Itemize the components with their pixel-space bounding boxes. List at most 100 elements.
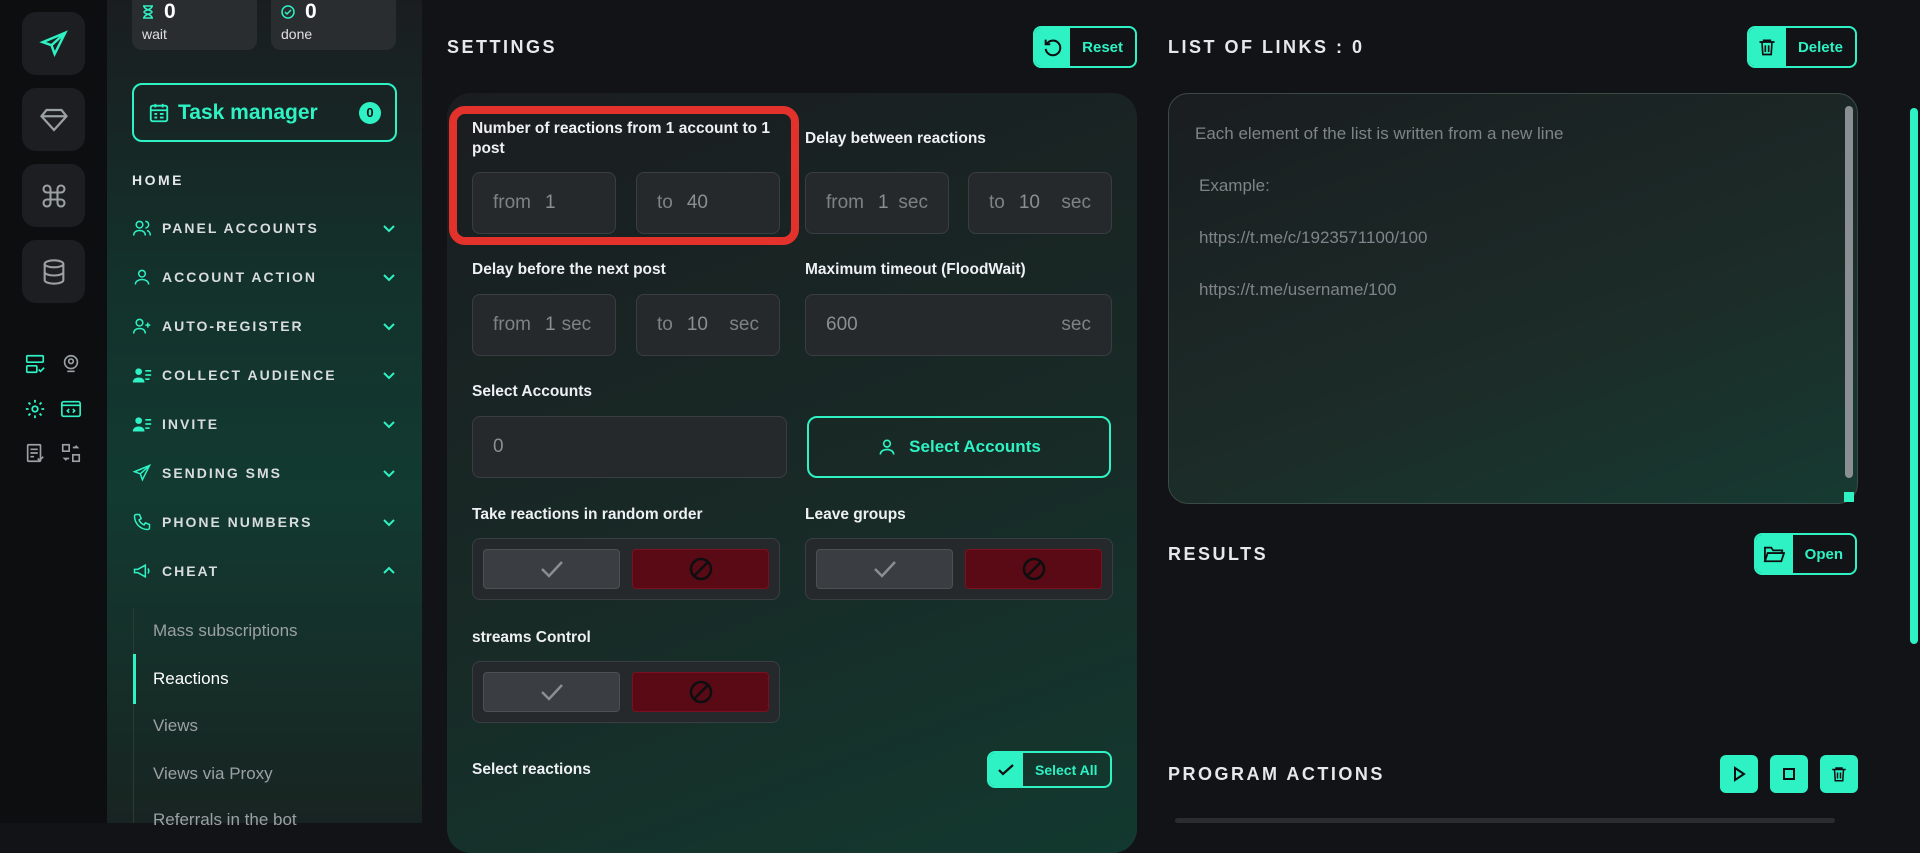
select-accounts-button[interactable]: Select Accounts: [807, 416, 1111, 478]
user-pin-icon[interactable]: [58, 351, 84, 377]
chevron-up-icon: [383, 566, 395, 574]
nav-label: CHEAT: [162, 563, 220, 579]
task-manager-label: Task manager: [178, 100, 318, 124]
sub-item-reactions[interactable]: Reactions: [153, 669, 229, 689]
play-button[interactable]: [1720, 755, 1758, 793]
links-placeholder-line: Example:: [1199, 176, 1270, 195]
nav-panel-accounts[interactable]: PANEL ACCOUNTS: [132, 213, 397, 243]
streams-control-label: streams Control: [472, 629, 591, 646]
delay-next-from-input[interactable]: from 1 sec: [472, 294, 616, 356]
links-scrollbar[interactable]: [1845, 106, 1853, 478]
open-button[interactable]: Open: [1754, 533, 1857, 575]
select-all-button[interactable]: Select All: [987, 751, 1112, 788]
sub-item-mass-subscriptions[interactable]: Mass subscriptions: [153, 621, 298, 641]
stop-icon: [1783, 768, 1795, 780]
clear-button[interactable]: [1820, 755, 1858, 793]
check-icon: [540, 684, 563, 701]
megaphone-icon: [133, 563, 150, 579]
nav-label: AUTO-REGISTER: [162, 318, 304, 334]
accounts-count-input[interactable]: 0: [472, 416, 787, 478]
task-list-icon[interactable]: [22, 440, 48, 466]
rail-send-button[interactable]: [22, 12, 85, 75]
code-window-icon[interactable]: [58, 396, 84, 422]
user-icon: [879, 439, 895, 455]
check-icon: [540, 561, 563, 578]
rail-database-button[interactable]: [22, 240, 85, 303]
chevron-down-icon: [383, 421, 395, 429]
nav-invite[interactable]: INVITE: [132, 409, 397, 439]
nav-auto-register[interactable]: AUTO-REGISTER: [132, 311, 397, 341]
delete-button[interactable]: Delete: [1747, 26, 1857, 68]
delay-next-post-label: Delay before the next post: [472, 261, 666, 278]
gear-icon[interactable]: [22, 396, 48, 422]
delay-between-label: Delay between reactions: [805, 130, 986, 147]
reset-button[interactable]: Reset: [1033, 26, 1137, 68]
task-manager-button[interactable]: Task manager 0: [132, 83, 397, 142]
nav-phone-numbers[interactable]: PHONE NUMBERS: [132, 507, 397, 537]
nav-collect-audience[interactable]: COLLECT AUDIENCE: [132, 360, 397, 390]
server-check-icon[interactable]: [22, 351, 48, 377]
log-area-edge: [1175, 818, 1835, 823]
random-order-label: Take reactions in random order: [472, 506, 703, 523]
icon-rail: [0, 0, 107, 823]
ban-icon: [689, 680, 712, 704]
user-list-icon: [132, 368, 152, 383]
nav-home[interactable]: HOME: [132, 172, 184, 188]
leave-groups-no-button[interactable]: [965, 549, 1102, 589]
rail-diamond-button[interactable]: [22, 88, 85, 151]
ban-icon: [1022, 557, 1045, 581]
nav-cheat[interactable]: CHEAT: [132, 556, 397, 586]
users-icon: [132, 220, 152, 236]
wait-counter: 0 wait: [132, 0, 257, 50]
stop-button[interactable]: [1770, 755, 1808, 793]
max-timeout-input[interactable]: 600 sec: [805, 294, 1112, 356]
nav-sending-sms[interactable]: SENDING SMS: [132, 458, 397, 488]
page-scrollbar[interactable]: [1910, 108, 1918, 644]
leave-groups-label: Leave groups: [805, 506, 906, 523]
reset-label: Reset: [1082, 38, 1123, 56]
chevron-down-icon: [383, 372, 395, 380]
resize-handle[interactable]: [1844, 492, 1854, 502]
results-title: RESULTS: [1168, 544, 1269, 564]
user-icon: [134, 269, 150, 285]
settings-title: SETTINGS: [447, 37, 558, 57]
delay-next-to-input[interactable]: to 10 sec: [636, 294, 780, 356]
phone-icon: [133, 513, 151, 531]
rail-command-button[interactable]: [22, 164, 85, 227]
sub-item-views[interactable]: Views: [153, 716, 198, 736]
trash-icon: [1759, 39, 1775, 56]
select-reactions-label: Select reactions: [472, 761, 591, 778]
nav-label: ACCOUNT ACTION: [162, 269, 318, 285]
select-all-label: Select All: [1035, 761, 1098, 778]
sub-item-views-via-proxy[interactable]: Views via Proxy: [153, 764, 273, 784]
send-icon: [132, 464, 152, 482]
command-icon: [41, 183, 66, 208]
streams-control-yes-button[interactable]: [483, 672, 620, 712]
ban-icon: [689, 557, 712, 581]
nav-account-action[interactable]: ACCOUNT ACTION: [132, 262, 397, 292]
open-label: Open: [1804, 545, 1843, 563]
hourglass-icon: [143, 5, 153, 19]
delay-between-from-input[interactable]: from 1 sec: [805, 172, 949, 234]
links-title: LIST OF LINKS : 0: [1168, 37, 1365, 57]
program-actions-title: PROGRAM ACTIONS: [1168, 764, 1385, 784]
user-plus-icon: [132, 318, 151, 334]
leave-groups-yes-button[interactable]: [816, 549, 953, 589]
submenu-divider: [133, 608, 134, 823]
sidebar: 0 wait 0 done Task manager 0 HOME PANEL …: [107, 0, 422, 829]
random-order-no-button[interactable]: [632, 549, 769, 589]
streams-control-no-button[interactable]: [632, 672, 769, 712]
apps-swap-icon[interactable]: [58, 440, 84, 466]
random-order-yes-button[interactable]: [483, 549, 620, 589]
user-list-icon: [132, 417, 152, 432]
delay-between-to-input[interactable]: to 10 sec: [968, 172, 1112, 234]
check-icon: [873, 561, 896, 578]
calendar-icon: [149, 103, 169, 122]
check-circle-icon: [281, 5, 295, 19]
sub-item-referrals[interactable]: Referrals in the bot: [153, 810, 297, 830]
reset-icon: [1044, 39, 1061, 57]
links-textarea[interactable]: Each element of the list is written from…: [1168, 93, 1858, 504]
trash-icon: [1832, 767, 1846, 782]
chevron-down-icon: [383, 225, 395, 233]
nav-label: SENDING SMS: [162, 465, 283, 481]
